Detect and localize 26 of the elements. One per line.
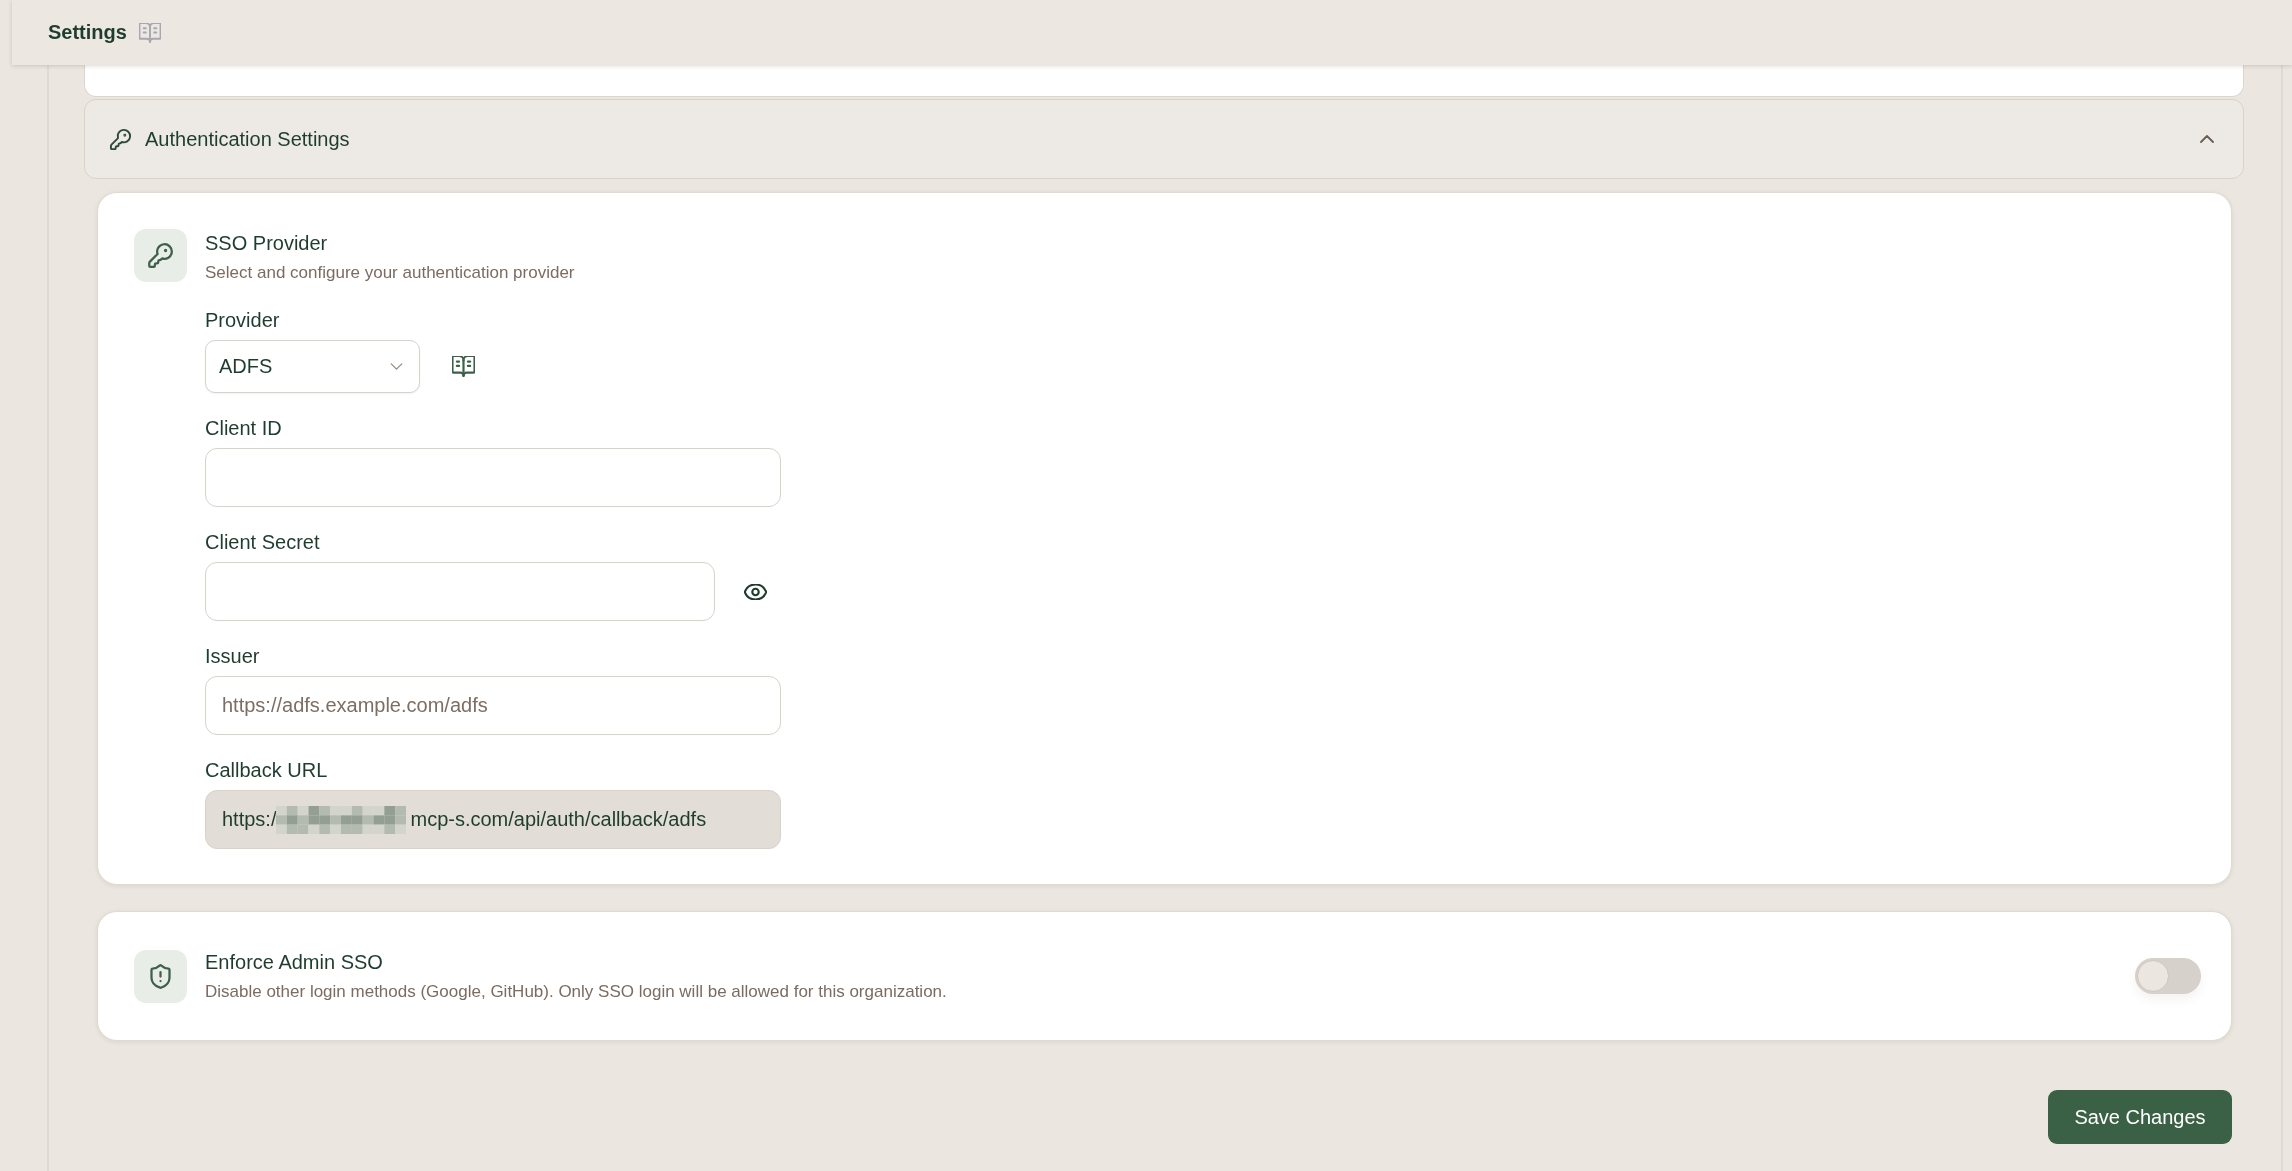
toggle-switch[interactable] [2135, 958, 2201, 994]
url-text: mcp-s.com/api/auth/callback/adfs [410, 808, 707, 831]
secret-input[interactable] [205, 562, 715, 621]
key-icon [109, 127, 132, 151]
text-input[interactable]: https://adfs.example.com/adfs [205, 676, 781, 735]
card-subtitle: Disable other login methods (Google, GitHub). Only SSO login will be allowed for this organization. [205, 981, 947, 1003]
field-label: Callback URL [205, 758, 329, 783]
text-input[interactable] [205, 448, 781, 507]
page-title: Settings [48, 21, 127, 44]
card-title: Enforce Admin SSO [205, 950, 384, 975]
field-label: Client ID [205, 416, 283, 441]
provider-select[interactable]: ADFS [205, 340, 420, 393]
url-text: https:/ [222, 808, 277, 831]
field-label: Issuer [205, 644, 261, 669]
card-title: SSO Provider [205, 231, 329, 256]
field-label: Provider [205, 308, 281, 333]
shield-alert-icon [134, 949, 187, 1003]
chevron-down-icon [390, 363, 403, 370]
callback-url-field[interactable]: https:/ mcp-s.com/api/auth/callback/adfs [205, 790, 781, 849]
accordion-header[interactable]: Authentication Settings [84, 99, 2244, 179]
key-icon [134, 229, 187, 282]
field-label: Client Secret [205, 530, 321, 555]
book-icon[interactable] [452, 356, 475, 377]
card-subtitle: Select and configure your authentication provider [205, 262, 576, 284]
save-button[interactable]: Save Changes [2048, 1090, 2232, 1144]
eye-icon[interactable] [744, 583, 767, 600]
